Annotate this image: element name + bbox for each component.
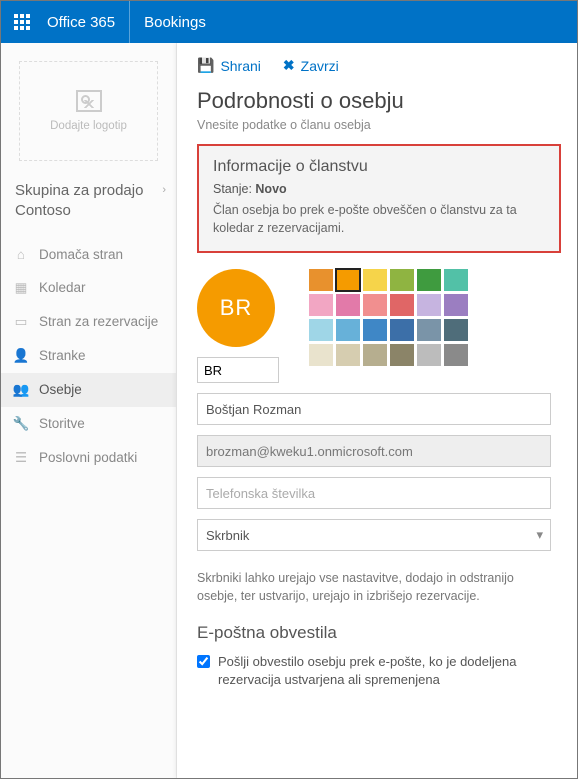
sidebar-item-services[interactable]: 🔧 Storitve bbox=[1, 407, 176, 441]
wrench-icon: 🔧 bbox=[13, 416, 29, 432]
color-swatch[interactable] bbox=[336, 344, 360, 366]
color-swatch[interactable] bbox=[309, 294, 333, 316]
chevron-right-icon: › bbox=[162, 183, 166, 198]
discard-button[interactable]: ✖ Zavrzi bbox=[283, 57, 339, 74]
color-swatch[interactable] bbox=[363, 269, 387, 291]
sidebar-item-label: Stranke bbox=[39, 348, 86, 363]
sidebar-item-label: Domača stran bbox=[39, 247, 123, 262]
discard-label: Zavrzi bbox=[301, 58, 339, 74]
sidebar-item-booking-page[interactable]: ▭ Stran za rezervacije bbox=[1, 305, 176, 339]
color-swatch[interactable] bbox=[417, 319, 441, 341]
image-placeholder-icon bbox=[76, 90, 102, 112]
sidebar-item-label: Koledar bbox=[39, 280, 86, 295]
color-swatch[interactable] bbox=[444, 269, 468, 291]
sidebar-item-label: Stran za rezervacije bbox=[39, 314, 158, 329]
color-swatch[interactable] bbox=[309, 344, 333, 366]
save-label: Shrani bbox=[220, 58, 260, 74]
membership-heading: Informacije o članstvu bbox=[213, 158, 545, 176]
person-icon: 👤 bbox=[13, 348, 29, 364]
page-subtitle: Vnesite podatke o članu osebja bbox=[197, 118, 561, 132]
color-swatch[interactable] bbox=[390, 294, 414, 316]
membership-state-label: Stanje: bbox=[213, 182, 252, 196]
color-swatch[interactable] bbox=[363, 294, 387, 316]
color-swatch[interactable] bbox=[309, 269, 333, 291]
color-palette bbox=[309, 269, 468, 366]
role-select[interactable]: ▾ bbox=[197, 519, 551, 561]
membership-state-value: Novo bbox=[255, 182, 286, 196]
sidebar-item-business-info[interactable]: ☰ Poslovni podatki bbox=[1, 441, 176, 475]
color-swatch[interactable] bbox=[363, 319, 387, 341]
initials-input[interactable] bbox=[197, 357, 279, 383]
color-swatch[interactable] bbox=[309, 319, 333, 341]
notify-checkbox[interactable] bbox=[197, 655, 210, 668]
sidebar-item-label: Poslovni podatki bbox=[39, 450, 137, 465]
name-input[interactable] bbox=[197, 393, 551, 425]
color-swatch[interactable] bbox=[444, 294, 468, 316]
save-icon: 💾 bbox=[197, 57, 214, 74]
add-logo-placeholder[interactable]: Dodajte logotip bbox=[19, 61, 158, 161]
color-swatch[interactable] bbox=[390, 319, 414, 341]
list-icon: ☰ bbox=[13, 450, 29, 466]
sidebar-item-customers[interactable]: 👤 Stranke bbox=[1, 339, 176, 373]
color-swatch[interactable] bbox=[417, 344, 441, 366]
avatar: BR bbox=[197, 269, 275, 347]
calendar-icon: ▦ bbox=[13, 280, 29, 296]
membership-message: Član osebja bo prek e-pošte obveščen o č… bbox=[213, 202, 545, 237]
color-swatch[interactable] bbox=[417, 269, 441, 291]
add-logo-label: Dodajte logotip bbox=[50, 120, 127, 132]
page-title: Podrobnosti o osebju bbox=[197, 88, 561, 114]
color-swatch[interactable] bbox=[417, 294, 441, 316]
color-swatch[interactable] bbox=[390, 269, 414, 291]
color-swatch[interactable] bbox=[444, 344, 468, 366]
close-icon: ✖ bbox=[283, 57, 295, 74]
color-swatch[interactable] bbox=[336, 294, 360, 316]
notify-checkbox-row[interactable]: Pošlji obvestilo osebju prek e-pošte, ko… bbox=[197, 653, 551, 689]
tenant-line1: Skupina za prodajo bbox=[15, 182, 143, 199]
role-help-text: Skrbniki lahko urejajo vse nastavitve, d… bbox=[197, 569, 551, 605]
sidebar-item-calendar[interactable]: ▦ Koledar bbox=[1, 271, 176, 305]
notify-checkbox-label: Pošlji obvestilo osebju prek e-pošte, ko… bbox=[218, 653, 551, 689]
save-button[interactable]: 💾 Shrani bbox=[197, 57, 261, 74]
phone-input[interactable] bbox=[197, 477, 551, 509]
sidebar-item-home[interactable]: ⌂ Domača stran bbox=[1, 238, 176, 271]
role-select-value[interactable] bbox=[197, 519, 551, 551]
color-swatch[interactable] bbox=[363, 344, 387, 366]
color-swatch[interactable] bbox=[444, 319, 468, 341]
tenant-picker[interactable]: Skupina za prodajo › Contoso bbox=[1, 181, 176, 238]
suite-title[interactable]: Office 365 bbox=[43, 1, 130, 43]
people-icon: 👥 bbox=[13, 382, 29, 398]
tenant-line2: Contoso bbox=[15, 202, 71, 219]
email-input bbox=[197, 435, 551, 467]
membership-info-box: Informacije o članstvu Stanje: Novo Član… bbox=[197, 144, 561, 253]
color-swatch[interactable] bbox=[336, 269, 360, 291]
sidebar-item-label: Osebje bbox=[39, 382, 82, 397]
color-swatch[interactable] bbox=[390, 344, 414, 366]
laptop-icon: ▭ bbox=[13, 314, 29, 330]
app-launcher-icon[interactable] bbox=[1, 1, 43, 43]
color-swatch[interactable] bbox=[336, 319, 360, 341]
app-title[interactable]: Bookings bbox=[130, 14, 220, 31]
sidebar-item-label: Storitve bbox=[39, 416, 85, 431]
notifications-heading: E-poštna obvestila bbox=[197, 623, 561, 643]
home-icon: ⌂ bbox=[13, 247, 29, 262]
sidebar-item-staff[interactable]: 👥 Osebje bbox=[1, 373, 176, 407]
